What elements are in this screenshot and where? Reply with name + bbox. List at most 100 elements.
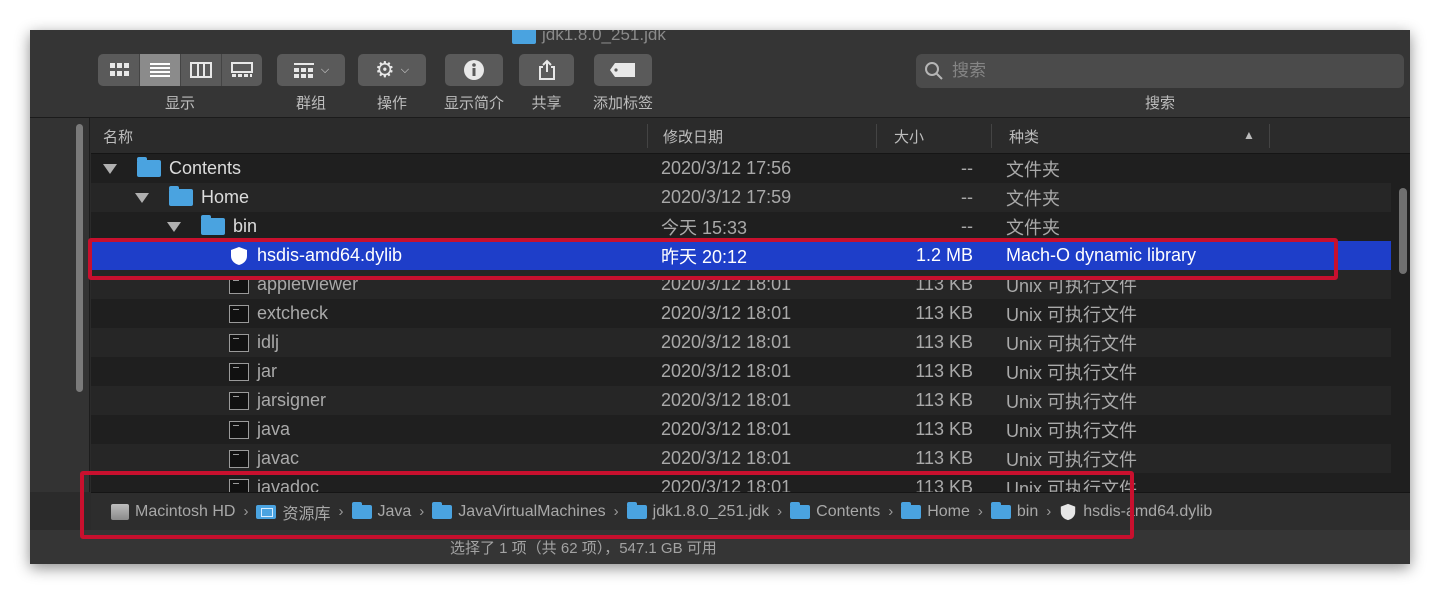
path-item-bin[interactable]: bin [990, 501, 1038, 521]
sidebar-scrollbar[interactable] [76, 124, 83, 392]
table-row[interactable]: jar 2020/3/12 18:01 113 KB Unix 可执行文件 [91, 357, 1391, 386]
search-input[interactable] [952, 61, 1372, 81]
folder-icon [790, 501, 811, 519]
file-name: bin [233, 216, 258, 236]
file-kind: Unix 可执行文件 [1006, 362, 1138, 383]
icon-view-button[interactable] [98, 54, 139, 86]
file-name: hsdis-amd64.dylib [257, 245, 403, 265]
file-kind: Unix 可执行文件 [1006, 420, 1138, 441]
chevron-right-icon: › [338, 503, 344, 520]
share-label: 共享 [531, 95, 562, 112]
status-text: 选择了 1 项（共 62 项），547.1 GB 可用 [450, 539, 717, 557]
file-date: 2020/3/12 18:01 [661, 274, 792, 294]
file-kind: 文件夹 [1006, 217, 1060, 238]
path-item-javavirtualmachines[interactable]: JavaVirtualMachines [432, 501, 606, 521]
path-item-macintosh-hd[interactable]: Macintosh HD [111, 503, 235, 521]
column-header-kind[interactable]: 种类 [1009, 118, 1039, 154]
file-date: 2020/3/12 18:01 [661, 390, 792, 410]
file-date: 2020/3/12 18:01 [661, 477, 792, 492]
file-date: 今天 15:33 [661, 217, 748, 238]
table-row[interactable]: javadoc 2020/3/12 18:01 113 KB Unix 可执行文… [91, 473, 1391, 492]
list-icon [150, 63, 170, 77]
table-row[interactable]: jarsigner 2020/3/12 18:01 113 KB Unix 可执… [91, 386, 1391, 415]
path-item-jdk[interactable]: jdk1.8.0_251.jdk [626, 501, 769, 521]
group-label: 群组 [295, 95, 326, 112]
shield-icon [231, 246, 247, 265]
file-date: 2020/3/12 17:59 [661, 187, 792, 207]
grid-icon [109, 63, 129, 76]
disclosure-triangle-icon[interactable] [103, 163, 117, 174]
table-row[interactable]: Home 2020/3/12 17:59 -- 文件夹 [91, 183, 1391, 212]
view-mode-control [98, 54, 262, 86]
file-date: 昨天 20:12 [661, 246, 748, 267]
file-name: jar [257, 361, 278, 381]
file-size: -- [961, 216, 973, 236]
file-size: -- [961, 187, 973, 207]
chevron-right-icon: › [613, 503, 619, 520]
action-button[interactable]: ⚙ ⌵ [358, 54, 426, 86]
table-row[interactable]: appletviewer 2020/3/12 18:01 113 KB Unix… [91, 270, 1391, 299]
file-name: extcheck [257, 303, 329, 323]
table-row[interactable]: Contents 2020/3/12 17:56 -- 文件夹 [91, 154, 1391, 183]
columns-icon [190, 62, 212, 78]
disclosure-triangle-icon[interactable] [135, 192, 149, 203]
file-kind: Unix 可执行文件 [1006, 478, 1138, 493]
column-view-button[interactable] [180, 54, 221, 86]
folder-icon [201, 215, 225, 235]
column-header-date[interactable]: 修改日期 [663, 118, 723, 154]
share-icon [538, 59, 555, 80]
gear-icon: ⚙ [374, 57, 395, 82]
get-info-button[interactable] [445, 54, 503, 86]
list-scrollbar[interactable] [1399, 188, 1407, 274]
file-name: jarsigner [257, 390, 327, 410]
file-size: 113 KB [915, 419, 973, 439]
file-size: 113 KB [915, 361, 973, 381]
add-tag-button[interactable] [594, 54, 652, 86]
share-button[interactable] [519, 54, 574, 86]
file-name: Home [201, 187, 250, 207]
table-row[interactable]: javac 2020/3/12 18:01 113 KB Unix 可执行文件 [91, 444, 1391, 473]
file-date: 2020/3/12 18:01 [661, 448, 792, 468]
file-name: Contents [169, 158, 242, 178]
chevron-down-icon: ⌵ [320, 63, 330, 76]
file-date: 2020/3/12 17:56 [661, 158, 792, 178]
file-size: 113 KB [915, 448, 973, 468]
view-label: 显示 [164, 95, 195, 112]
table-row[interactable]: bin 今天 15:33 -- 文件夹 [91, 212, 1391, 241]
tag-icon [610, 63, 635, 77]
file-size: -- [961, 158, 973, 178]
table-row[interactable]: extcheck 2020/3/12 18:01 113 KB Unix 可执行… [91, 299, 1391, 328]
folder-icon [626, 501, 647, 519]
gallery-view-button[interactable] [221, 54, 262, 86]
file-size: 1.2 MB [915, 245, 973, 265]
path-item-home[interactable]: Home [901, 501, 970, 521]
file-kind: Unix 可执行文件 [1006, 304, 1138, 325]
path-item-contents[interactable]: Contents [790, 501, 880, 521]
file-size: 113 KB [915, 303, 973, 323]
table-row[interactable]: java 2020/3/12 18:01 113 KB Unix 可执行文件 [91, 415, 1391, 444]
file-name: java [257, 419, 291, 439]
path-item-hsdis[interactable]: hsdis-amd64.dylib [1059, 503, 1212, 521]
group-by-button[interactable]: ⌵ [277, 54, 345, 86]
executable-icon [229, 362, 249, 381]
executable-icon [229, 333, 249, 352]
disclosure-triangle-icon[interactable] [167, 221, 181, 232]
path-item-library[interactable]: 资源库 [256, 500, 331, 524]
chevron-right-icon: › [977, 503, 983, 520]
list-view-button[interactable] [139, 54, 180, 86]
file-date: 2020/3/12 18:01 [661, 332, 792, 352]
folder-icon [137, 157, 161, 177]
path-item-java[interactable]: Java [351, 501, 411, 521]
chevron-right-icon: › [243, 503, 249, 520]
column-header-size[interactable]: 大小 [894, 118, 924, 154]
search-field[interactable] [916, 54, 1404, 88]
table-row-selected[interactable]: hsdis-amd64.dylib 昨天 20:12 1.2 MB Mach-O… [91, 241, 1391, 270]
table-row[interactable]: idlj 2020/3/12 18:01 113 KB Unix 可执行文件 [91, 328, 1391, 357]
sort-ascending-icon: ▲ [1243, 128, 1255, 142]
folder-icon [432, 501, 453, 519]
file-date: 2020/3/12 18:01 [661, 419, 792, 439]
column-header-name[interactable]: 名称 [103, 118, 133, 154]
file-name: javac [257, 448, 300, 468]
group-grid-icon [293, 63, 314, 78]
folder-icon [990, 501, 1011, 519]
